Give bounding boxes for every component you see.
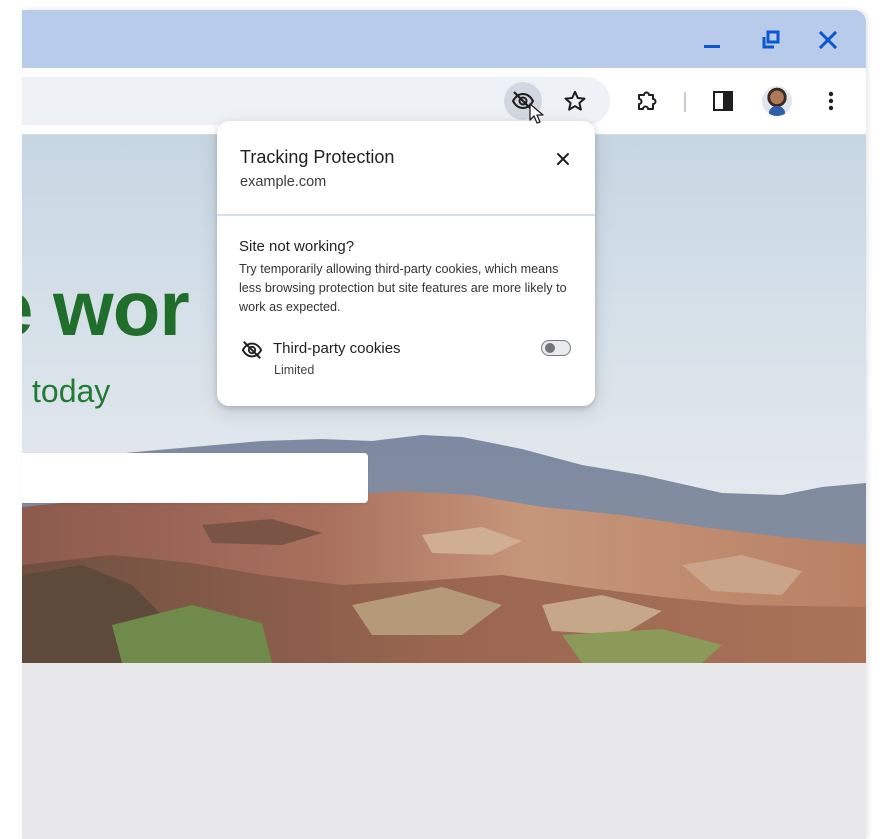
- eye-slash-icon: [241, 341, 263, 359]
- site-not-working-heading: Site not working?: [239, 238, 355, 255]
- mouse-cursor-icon: [529, 103, 544, 124]
- title-bar: [22, 10, 866, 68]
- third-party-cookies-status: Limited: [274, 363, 315, 377]
- browser-menu-button[interactable]: [812, 82, 850, 120]
- cookie-setting-icon: [240, 338, 264, 362]
- popup-divider: [217, 214, 595, 216]
- third-party-cookies-label: Third-party cookies: [273, 340, 401, 357]
- popup-title: Tracking Protection: [240, 147, 395, 167]
- third-party-cookies-toggle[interactable]: [541, 340, 571, 356]
- profile-avatar[interactable]: [762, 86, 792, 116]
- minimize-button[interactable]: [696, 24, 728, 56]
- close-window-button[interactable]: [812, 24, 844, 56]
- popup-close-button[interactable]: [551, 147, 575, 171]
- page-below-fold: [22, 663, 866, 839]
- extensions-button[interactable]: [628, 82, 666, 120]
- site-not-working-description: Try temporarily allowing third-party coo…: [239, 262, 567, 314]
- close-icon: [557, 153, 569, 165]
- kebab-menu-icon: [828, 91, 834, 111]
- restore-button[interactable]: [755, 24, 787, 56]
- toolbar-separator: [684, 92, 686, 112]
- hero-subheading: today: [32, 373, 111, 409]
- bookmark-button[interactable]: [556, 82, 594, 120]
- page-search-box[interactable]: [22, 453, 368, 503]
- side-panel-button[interactable]: [704, 82, 742, 120]
- side-panel-icon: [713, 91, 733, 111]
- restore-icon: [762, 30, 780, 49]
- close-icon: [818, 30, 838, 50]
- toggle-knob: [545, 343, 555, 353]
- minimize-icon: [704, 45, 720, 48]
- puzzle-icon: [638, 91, 657, 110]
- popup-site: example.com: [240, 174, 327, 190]
- tracking-protection-popup: Tracking Protection example.com Site not…: [217, 121, 595, 406]
- hero-heading: e wor: [22, 264, 190, 352]
- star-icon: [564, 90, 586, 111]
